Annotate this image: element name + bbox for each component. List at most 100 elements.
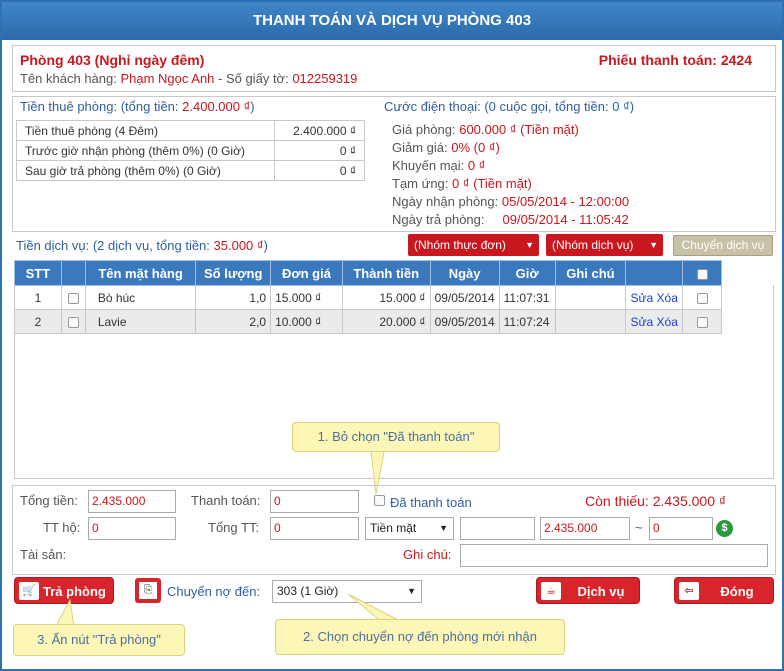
tong-tt-field[interactable]: 0 (270, 517, 359, 540)
cell-subtotal: 20.000 ₫ (341, 309, 431, 334)
rent-row-label: Tiền thuê phòng (4 Đêm) (16, 120, 275, 141)
discount-value: 0% (0 ₫) (451, 140, 500, 155)
advance-value: 0 ₫ (Tiền mặt) (452, 176, 532, 191)
rent-table: Tiền thuê phòng (4 Đêm) 2.400.000 ₫ Trước… (16, 120, 365, 181)
row-checkbox[interactable] (696, 292, 708, 304)
discount-line: Giảm giá: 0% (0 ₫) (392, 140, 500, 155)
debt-transfer-value: 303 (1 Giờ) (277, 584, 339, 598)
note-field[interactable] (460, 544, 768, 567)
chevron-down-icon: ▼ (525, 240, 534, 250)
amount-field[interactable]: 2.435.000 (540, 517, 630, 540)
delete-link[interactable]: Xóa (657, 315, 678, 329)
room-title: Phòng 403 (Nghỉ ngày đêm) (20, 52, 205, 68)
cell-select (60, 285, 86, 310)
services-heading: Tiền dịch vụ: (2 dịch vụ, tổng tiền: 35.… (16, 238, 268, 253)
rent-row-label: Sau giờ trả phòng (thêm 0%) (0 Giờ) (16, 160, 275, 181)
advance-line: Tạm ứng: 0 ₫ (Tiền mặt) (392, 176, 532, 191)
services-total: 35.000 ₫ (213, 238, 264, 253)
checkout-label: Ngày trả phòng: (392, 212, 485, 227)
service-button[interactable]: ☕ Dịch vụ (536, 577, 640, 604)
row-checkbox[interactable] (67, 292, 79, 304)
discount-label: Giảm giá: (392, 140, 452, 155)
col-select-all (682, 260, 722, 286)
edit-link[interactable]: Sửa (630, 315, 653, 329)
rent-total: 2.400.000 ₫ (182, 99, 251, 114)
customer-name: Phạm Ngọc Anh (120, 71, 215, 86)
cell-date: 09/05/2014 (429, 309, 500, 334)
service-group-select[interactable]: (Nhóm dịch vụ) ▼ (546, 234, 663, 256)
menu-group-select[interactable]: (Nhóm thực đơn) ▼ (408, 234, 539, 256)
payment-label: Thanh toán: (191, 493, 261, 508)
cell-time: 11:07:31 (498, 285, 556, 310)
payment-method-select[interactable]: Tiền mặt ▼ (365, 517, 454, 540)
checkout-value: 09/05/2014 - 11:05:42 (502, 212, 629, 227)
paid-label: Đã thanh toán (390, 495, 472, 510)
room-price-value: 600.000 ₫ (Tiền mặt) (459, 122, 579, 137)
room-price-label: Giá phòng: (392, 122, 460, 137)
promo-value: 0 ₫ (467, 158, 486, 173)
cell-quantity: 1,0 (195, 285, 272, 310)
paid-checkbox[interactable] (374, 495, 385, 506)
col-quantity: Số lượng (195, 260, 272, 286)
chevron-down-icon: ▼ (649, 240, 658, 250)
debt-transfer-label: Chuyển nợ đến: (167, 584, 261, 599)
phone-heading: Cước điện thoại: (0 cuộc gọi, tổng tiền:… (384, 99, 635, 114)
total-label: Tổng tiền: (20, 493, 78, 508)
row-checkbox[interactable] (696, 316, 708, 328)
customer-line: Tên khách hàng: Phạm Ngọc Anh - Số giấy … (20, 71, 357, 86)
rent-row: Trước giờ nhận phòng (thêm 0%) (0 Giờ) 0 … (16, 140, 365, 161)
total-field[interactable]: 2.435.000 (88, 490, 176, 513)
cell-subtotal: 15.000 ₫ (341, 285, 431, 310)
reference-field[interactable] (460, 517, 535, 540)
cell-item-name: Lavie (84, 309, 197, 334)
col-stt: STT (14, 260, 62, 286)
tt-ho-field[interactable]: 0 (88, 517, 176, 540)
change-field[interactable]: 0 (649, 517, 713, 540)
row-checkbox[interactable] (67, 316, 79, 328)
rent-row: Sau giờ trả phòng (thêm 0%) (0 Giờ) 0 ₫ (16, 160, 365, 181)
col-unit-price: Đơn giá (270, 260, 343, 286)
id-label: - Số giấy tờ: (214, 71, 293, 86)
document-icon: ⎘ (139, 582, 157, 599)
debt-transfer-icon[interactable]: ⎘ (135, 578, 161, 603)
tong-tt-label: Tổng TT: (208, 520, 260, 535)
transfer-service-button[interactable]: Chuyển dịch vụ (673, 235, 773, 256)
close-button[interactable]: ⇦ Đóng (674, 577, 774, 604)
rent-row: Tiền thuê phòng (4 Đêm) 2.400.000 ₫ (16, 120, 365, 141)
select-all-checkbox[interactable] (696, 268, 708, 280)
rent-heading-prefix: Tiền thuê phòng: (tổng tiền: (20, 99, 183, 114)
delete-link[interactable]: Xóa (657, 291, 678, 305)
room-price-line: Giá phòng: 600.000 ₫ (Tiền mặt) (392, 122, 579, 137)
cell-note (554, 309, 627, 334)
cell-unit-price: 15.000 ₫ (270, 285, 343, 310)
id-number: 012259319 (292, 71, 358, 86)
cell-unit-price: 10.000 ₫ (270, 309, 343, 334)
payment-field[interactable]: 0 (270, 490, 359, 513)
col-actions (625, 260, 684, 286)
cell-note (554, 285, 627, 310)
cell-select-right (682, 309, 722, 334)
edit-link[interactable]: Sửa (630, 291, 653, 305)
note-label: Ghi chú: (403, 547, 452, 562)
callout-uncheck-paid: 1. Bỏ chọn "Đã thanh toán" (292, 422, 500, 452)
advance-label: Tạm ứng: (392, 176, 452, 191)
callout-choose-room: 2. Chọn chuyển nợ đến phòng mới nhận (275, 619, 565, 655)
cell-item-name: Bò húc (84, 285, 197, 310)
table-row: 2 Lavie 2,0 10.000 ₫ 20.000 ₫ 09/05/2014… (14, 309, 722, 334)
col-time: Giờ (498, 260, 556, 286)
chevron-down-icon: ▼ (439, 523, 448, 533)
checkin-label: Ngày nhận phòng: (392, 194, 502, 209)
tt-ho-label: TT hộ: (43, 520, 81, 535)
dollar-icon[interactable]: $ (716, 520, 733, 537)
customer-label: Tên khách hàng: (20, 71, 121, 86)
services-heading-suffix: ) (263, 238, 268, 253)
dialog-title: THANH TOÁN VÀ DỊCH VỤ PHÒNG 403 (2, 2, 782, 40)
col-note: Ghi chú (554, 260, 627, 286)
cell-stt: 1 (14, 285, 62, 310)
bill-number: Phiếu thanh toán: 2424 (598, 52, 752, 68)
checkin-line: Ngày nhận phòng: 05/05/2014 - 12:00:00 (392, 194, 629, 209)
rent-row-label: Trước giờ nhận phòng (thêm 0%) (0 Giờ) (16, 140, 275, 161)
range-tilde: ~ (635, 520, 643, 535)
remaining-label: Còn thiếu: 2.435.000 ₫ (585, 493, 727, 509)
cart-icon: 🛒 (19, 582, 39, 600)
